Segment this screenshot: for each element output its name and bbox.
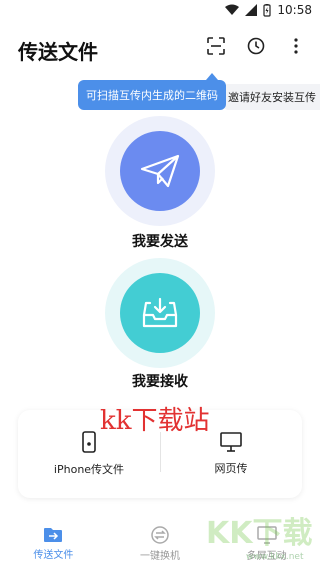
status-icons: 10:58 <box>225 3 312 17</box>
send-circle <box>120 131 200 211</box>
web-transfer-label: 网页传 <box>214 462 248 475</box>
nav-item-transfer[interactable]: 传送文件 <box>0 518 107 569</box>
nav-item-switch[interactable]: 一键换机 <box>107 518 214 569</box>
logo-url: www.kkx.net <box>246 552 304 562</box>
scan-icon <box>207 37 225 55</box>
status-time: 10:58 <box>277 3 312 17</box>
more-vertical-icon <box>294 38 298 54</box>
page-title: 传送文件 <box>18 40 98 64</box>
wifi-icon <box>225 4 240 15</box>
more-button[interactable] <box>286 36 306 56</box>
watermark-text: kk下载站 <box>100 406 210 436</box>
switch-phone-icon <box>151 525 169 544</box>
kk-logo-watermark: KK下载 <box>206 516 313 551</box>
history-icon <box>247 37 265 55</box>
nav-label-transfer: 传送文件 <box>33 549 74 561</box>
receive-circle <box>120 273 200 353</box>
invite-banner[interactable]: 邀请好友安装互传 <box>224 84 320 110</box>
battery-icon <box>263 3 272 17</box>
inbox-download-icon <box>142 297 178 328</box>
iphone-transfer-label: iPhone传文件 <box>53 463 125 476</box>
receive-label: 我要接收 <box>132 374 188 390</box>
send-label: 我要发送 <box>132 234 188 250</box>
scan-button[interactable] <box>206 36 226 56</box>
status-bar: 10:58 <box>0 0 320 22</box>
signal-icon <box>245 4 258 16</box>
tooltip-arrow <box>206 73 218 80</box>
top-actions <box>206 36 306 56</box>
receive-button[interactable] <box>105 258 215 368</box>
scan-tooltip: 可扫描互传内生成的二维码 <box>78 80 226 110</box>
nav-label-switch: 一键换机 <box>140 550 180 562</box>
phone-icon <box>82 431 96 453</box>
monitor-icon <box>220 432 242 452</box>
history-button[interactable] <box>246 36 266 56</box>
send-button[interactable] <box>105 116 215 226</box>
paper-plane-icon <box>140 154 180 188</box>
folder-transfer-icon <box>44 527 63 542</box>
